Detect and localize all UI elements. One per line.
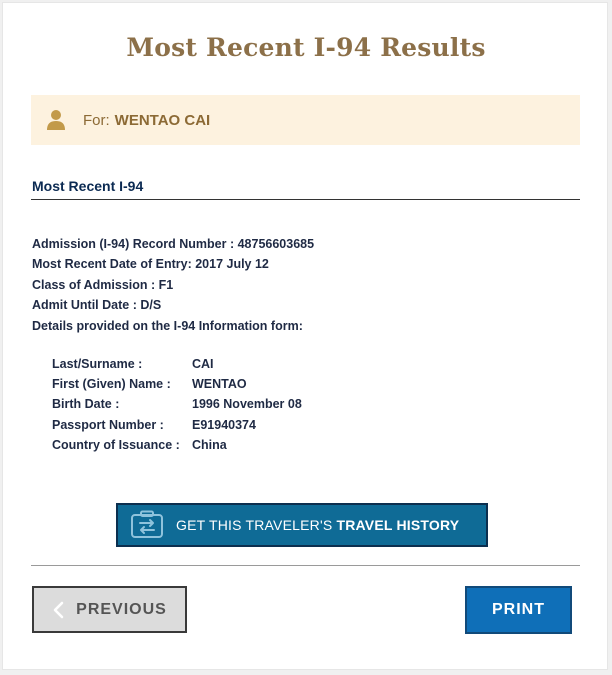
detail-row: Country of Issuance : China (52, 435, 302, 455)
class-of-admission: Class of Admission : F1 (32, 277, 174, 292)
detail-value: 1996 November 08 (192, 397, 302, 412)
travel-history-prefix: GET THIS TRAVELER'S (176, 517, 333, 533)
detail-label: First (Given) Name : (52, 377, 171, 392)
detail-value: CAI (192, 357, 214, 371)
detail-value: E91940374 (192, 417, 256, 432)
section-divider (31, 199, 580, 200)
results-card: Most Recent I-94 Results For: WENTAO CAI… (2, 2, 608, 670)
detail-label: Last/Surname : (52, 357, 143, 371)
record-info: Admission (I-94) Record Number : 4875660… (32, 234, 314, 336)
section-title: Most Recent I-94 (32, 178, 144, 194)
detail-label: Passport Number : (52, 417, 164, 432)
for-label: For: (83, 111, 110, 129)
user-icon (47, 110, 65, 130)
detail-label: Birth Date : (52, 397, 120, 412)
details-intro: Details provided on the I-94 Information… (32, 318, 303, 333)
travel-history-button[interactable]: GET THIS TRAVELER'S TRAVEL HISTORY (116, 503, 488, 547)
print-label: PRINT (492, 601, 545, 618)
admission-record-number: Admission (I-94) Record Number : 4875660… (32, 237, 315, 251)
previous-label: PREVIOUS (76, 600, 167, 618)
travel-history-bold: TRAVEL HISTORY (336, 517, 460, 533)
travel-history-label: GET THIS TRAVELER'S TRAVEL HISTORY (176, 517, 459, 533)
entry-date: Most Recent Date of Entry: 2017 July 12 (32, 257, 269, 272)
print-button[interactable]: PRINT (465, 586, 572, 634)
detail-row: Last/Surname : CAI (52, 354, 302, 374)
detail-row: First (Given) Name : WENTAO (52, 374, 302, 394)
chevron-left-icon (53, 601, 64, 618)
previous-button[interactable]: PREVIOUS (32, 586, 187, 633)
traveler-name: WENTAO CAI (114, 111, 211, 129)
detail-value: China (192, 437, 227, 452)
traveler-banner: For: WENTAO CAI (31, 95, 580, 145)
detail-value: WENTAO (192, 377, 247, 392)
page-title: Most Recent I-94 Results (126, 33, 486, 62)
detail-row: Birth Date : 1996 November 08 (52, 394, 302, 414)
bottom-divider (31, 565, 580, 566)
traveler-details: Last/Surname : CAI First (Given) Name : … (52, 354, 302, 455)
admit-until-date: Admit Until Date : D/S (32, 298, 162, 313)
detail-label: Country of Issuance : (52, 437, 180, 452)
detail-row: Passport Number : E91940374 (52, 415, 302, 435)
travel-history-icon (131, 510, 163, 538)
